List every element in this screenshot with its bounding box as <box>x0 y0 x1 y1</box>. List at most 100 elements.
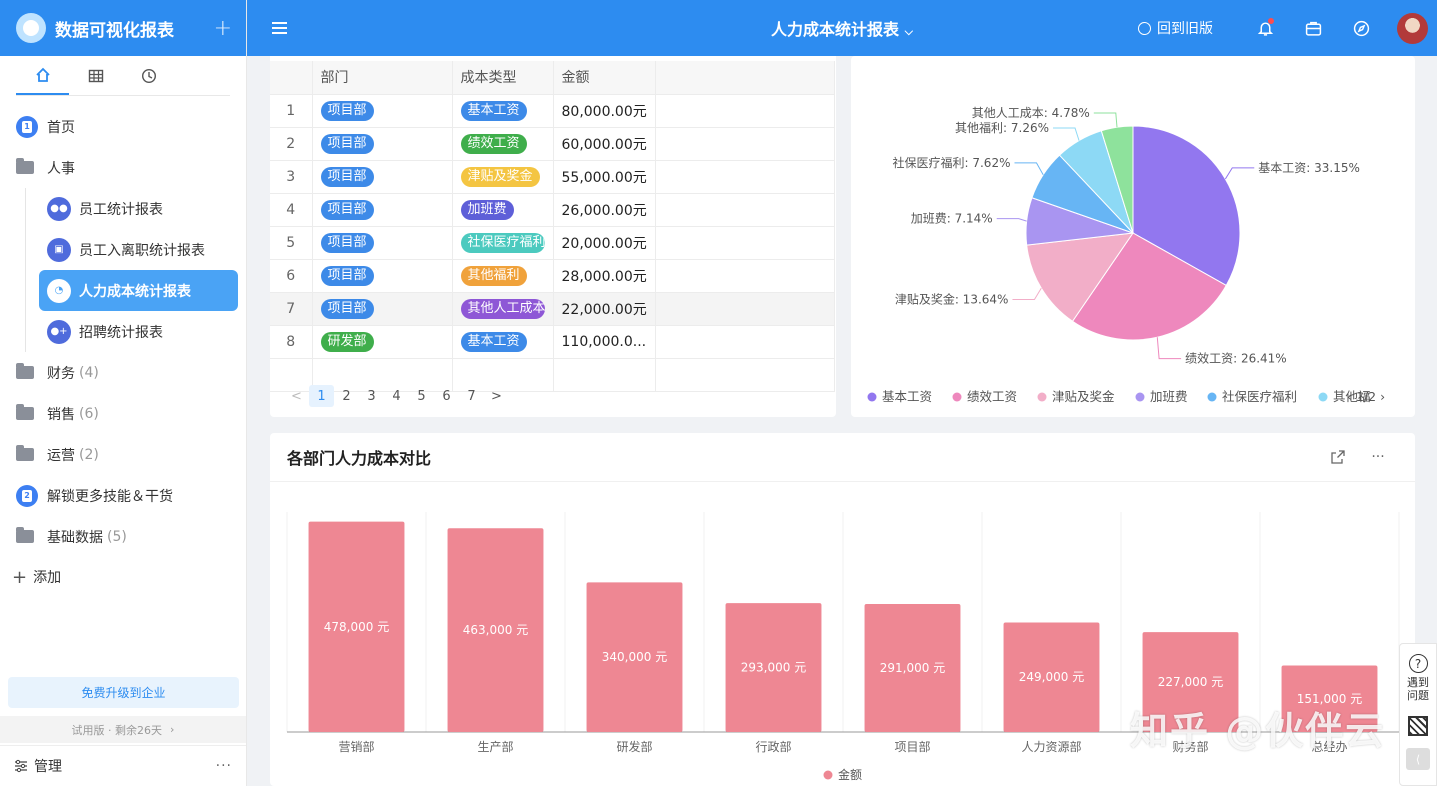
cost-type-cell[interactable]: 津贴及奖金 <box>452 160 554 194</box>
dept-cell[interactable]: 项目部 <box>312 193 453 227</box>
question-icon[interactable]: ? <box>1408 654 1428 673</box>
table-row[interactable]: 2 项目部 绩效工资 60,000.00元 <box>270 127 836 161</box>
amount-cell[interactable]: 55,000.00元 <box>553 160 656 194</box>
table-row[interactable]: 1 项目部 基本工资 80,000.00元 <box>270 94 836 128</box>
dept-cell[interactable]: 项目部 <box>312 127 453 161</box>
column-header-cost-type[interactable]: 成本类型 <box>452 61 554 95</box>
expand-button[interactable] <box>1318 449 1358 465</box>
cost-type-cell[interactable]: 基本工资 <box>452 94 554 128</box>
more-options-button[interactable]: ··· <box>1358 449 1398 465</box>
page-2-button[interactable]: 2 <box>334 385 359 407</box>
add-item-button[interactable]: + 添加 <box>0 557 246 597</box>
page-7-button[interactable]: 7 <box>459 385 484 407</box>
pie-chart: 基本工资: 33.15% 绩效工资: 26.41% 津贴及奖金: 13.64% 加班费… <box>867 106 1385 404</box>
sidebar-item-unlock-skills[interactable]: 2 解锁更多技能＆干货 <box>0 475 246 516</box>
qr-code-icon[interactable] <box>1408 716 1428 736</box>
top-header: 人力成本统计报表 ⌵ 回到旧版 <box>247 0 1437 56</box>
sidebar-item-labor-cost[interactable]: ◔ 人力成本统计报表 <box>39 270 238 311</box>
cost-type-cell[interactable]: 绩效工资 <box>452 127 554 161</box>
trial-status[interactable]: 试用版 · 剩余26天 › <box>0 716 246 743</box>
amount-cell[interactable]: 22,000.00元 <box>553 292 656 326</box>
amount-cell[interactable]: 80,000.00元 <box>553 94 656 128</box>
sidebar-item-sales[interactable]: 销售 (6) <box>0 393 246 434</box>
sidebar-item-hr[interactable]: 人事 <box>0 147 246 188</box>
legend-item[interactable]: 社保医疗福利 <box>1222 389 1297 404</box>
column-header-dept[interactable]: 部门 <box>312 61 453 95</box>
table-row[interactable]: 6 项目部 其他福利 28,000.00元 <box>270 259 836 293</box>
collapse-panel-button[interactable]: ⟨ <box>1406 748 1430 770</box>
legend-item[interactable]: 绩效工资 <box>967 389 1017 404</box>
table-row[interactable]: 5 项目部 社保医疗福利 20,000.00元 <box>270 226 836 260</box>
legend-marker[interactable] <box>952 392 962 402</box>
cost-type-tag: 津贴及奖金 <box>460 166 540 187</box>
notification-button[interactable] <box>1241 17 1289 37</box>
amount-cell[interactable]: 28,000.00元 <box>553 259 656 293</box>
upgrade-button[interactable]: 免费升级到企业 <box>8 677 239 708</box>
page-5-button[interactable]: 5 <box>409 385 434 407</box>
more-icon[interactable]: ··· <box>216 758 232 774</box>
cost-type-cell[interactable]: 社保医疗福利 <box>452 226 554 260</box>
legend-marker[interactable] <box>1318 392 1328 402</box>
table-row[interactable]: 7 项目部 其他人工成本 22,000.00元 <box>270 292 836 326</box>
tab-home[interactable] <box>16 56 69 95</box>
tab-history[interactable] <box>122 56 175 95</box>
report-title-dropdown[interactable]: 人力成本统计报表 ⌵ <box>771 20 913 39</box>
page-1-button[interactable]: 1 <box>309 385 334 407</box>
cost-type-cell[interactable]: 基本工资 <box>452 325 554 359</box>
sidebar-item-operations[interactable]: 运营 (2) <box>0 434 246 475</box>
add-app-button[interactable]: + <box>214 16 232 41</box>
legend-marker[interactable] <box>867 392 877 402</box>
table-row[interactable]: 4 项目部 加班费 26,000.00元 <box>270 193 836 227</box>
page-3-button[interactable]: 3 <box>359 385 384 407</box>
cost-type-cell[interactable]: 其他福利 <box>452 259 554 293</box>
manage-label[interactable]: 管理 <box>34 756 216 776</box>
table-row[interactable]: 8 研发部 基本工资 110,000.0... <box>270 325 836 359</box>
legend-item[interactable]: 津贴及奖金 <box>1052 389 1115 404</box>
dept-cell[interactable]: 项目部 <box>312 226 453 260</box>
pie-chart-icon: ◔ <box>47 278 71 303</box>
prev-page-button[interactable]: < <box>284 385 309 407</box>
amount-cell[interactable]: 26,000.00元 <box>553 193 656 227</box>
amount-cell[interactable]: 110,000.0... <box>553 325 656 359</box>
row-index: 4 <box>270 193 313 227</box>
legend-item[interactable]: 金额 <box>838 767 862 782</box>
inbox-button[interactable] <box>1289 20 1337 37</box>
help-label[interactable]: 遇到 问题 <box>1407 676 1429 702</box>
legend-marker[interactable] <box>1037 392 1047 402</box>
page-6-button[interactable]: 6 <box>434 385 459 407</box>
bar-data-label: 478,000 元 <box>324 620 389 634</box>
legend-marker[interactable] <box>1207 392 1217 402</box>
tab-table[interactable] <box>69 56 122 95</box>
dept-cell[interactable]: 项目部 <box>312 94 453 128</box>
sidebar-item-finance[interactable]: 财务 (4) <box>0 352 246 393</box>
cost-type-cell[interactable]: 加班费 <box>452 193 554 227</box>
legend-marker[interactable] <box>823 770 833 780</box>
dept-tag: 项目部 <box>320 133 374 154</box>
bar-data-label: 340,000 元 <box>602 650 667 664</box>
dept-cell[interactable]: 研发部 <box>312 325 453 359</box>
sidebar-item-employee-stats[interactable]: ●● 员工统计报表 <box>39 188 238 229</box>
sidebar-item-recruiting-stats[interactable]: ●+ 招聘统计报表 <box>39 311 238 352</box>
table-row[interactable]: 3 项目部 津贴及奖金 55,000.00元 <box>270 160 836 194</box>
avatar[interactable] <box>1397 12 1428 44</box>
cost-type-cell[interactable]: 其他人工成本 <box>452 292 554 326</box>
dept-cell[interactable]: 项目部 <box>312 160 453 194</box>
pie-slice-label: 社保医疗福利: 7.62% <box>893 155 1011 170</box>
legend-marker[interactable] <box>1135 392 1145 402</box>
explore-button[interactable] <box>1337 20 1385 37</box>
dept-cell[interactable]: 项目部 <box>312 259 453 293</box>
sidebar-item-onboarding-stats[interactable]: ▣ 员工入离职统计报表 <box>39 229 238 270</box>
amount-cell[interactable]: 20,000.00元 <box>553 226 656 260</box>
next-page-button[interactable]: > <box>484 385 509 407</box>
legend-item[interactable]: 加班费 <box>1150 389 1188 404</box>
page-4-button[interactable]: 4 <box>384 385 409 407</box>
dept-cell[interactable]: 项目部 <box>312 292 453 326</box>
menu-icon[interactable] <box>272 19 287 37</box>
sidebar-item-base-data[interactable]: 基础数据 (5) <box>0 516 246 557</box>
sidebar-item-home[interactable]: 1 首页 <box>0 106 246 147</box>
column-header-amount[interactable]: 金额 <box>553 61 656 95</box>
cost-type-tag: 其他人工成本 <box>460 298 545 319</box>
back-to-old-version-button[interactable]: 回到旧版 <box>1138 18 1213 38</box>
amount-cell[interactable]: 60,000.00元 <box>553 127 656 161</box>
legend-item[interactable]: 基本工资 <box>882 389 932 404</box>
